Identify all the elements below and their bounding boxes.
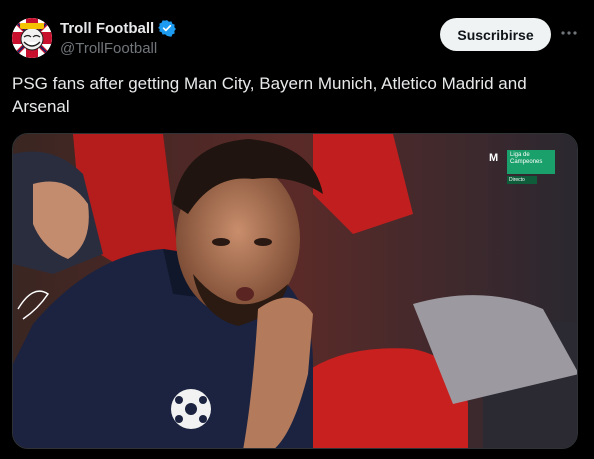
broadcast-title: Liga de Campeones	[507, 150, 555, 174]
tweet-card: Troll Football @TrollFootball Suscribirs…	[0, 0, 594, 459]
account-handle[interactable]: @TrollFootball	[60, 40, 176, 57]
troll-face-avatar-icon	[12, 18, 52, 58]
tweet-media-image[interactable]: M Liga de Campeones Directo	[12, 133, 578, 449]
account-names: Troll Football @TrollFootball	[60, 18, 177, 57]
broadcast-overlay: M Liga de Campeones Directo	[489, 150, 569, 184]
broadcast-live-tag: Directo	[507, 176, 537, 184]
avatar[interactable]	[12, 18, 52, 58]
tweet-header: Troll Football @TrollFootball Suscribirs…	[0, 0, 594, 66]
display-name-row: Troll Football	[60, 18, 177, 38]
display-name[interactable]: Troll Football	[60, 20, 154, 37]
tweet-text: PSG fans after getting Man City, Bayern …	[12, 74, 527, 116]
verified-badge-icon	[158, 19, 177, 37]
broadcaster-logo: M	[489, 152, 499, 164]
more-options-icon[interactable]	[558, 22, 580, 44]
subscribe-button[interactable]: Suscribirse	[440, 18, 551, 51]
